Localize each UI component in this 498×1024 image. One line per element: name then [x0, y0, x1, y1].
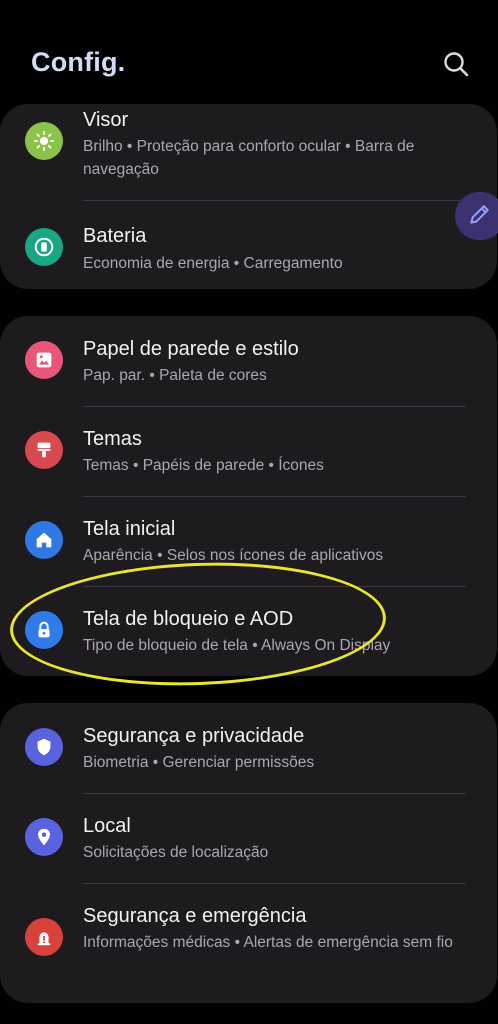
item-subtitle: Temas • Papéis de parede • Ícones	[83, 457, 324, 474]
item-subtitle: Informações médicas • Alertas de emergên…	[83, 934, 453, 951]
item-title: Tela inicial	[83, 518, 176, 540]
settings-item-temas[interactable]: Temas Temas • Papéis de parede • Ícones	[0, 406, 497, 496]
app-header: Config.	[0, 0, 498, 100]
item-title: Visor	[83, 109, 129, 131]
home-icon	[25, 521, 63, 559]
settings-item-seguranca-privacidade[interactable]: Segurança e privacidade Biometria • Gere…	[0, 703, 497, 793]
image-icon	[25, 341, 63, 379]
item-subtitle: Solicitações de localização	[83, 844, 269, 861]
page-title: Config.	[31, 47, 126, 77]
search-icon[interactable]	[441, 49, 471, 79]
item-title: Local	[83, 815, 131, 837]
item-title: Papel de parede e estilo	[83, 338, 299, 360]
battery-icon	[25, 228, 63, 266]
item-subtitle: Pap. par. • Paleta de cores	[83, 367, 267, 384]
item-title: Bateria	[83, 225, 147, 247]
item-title: Segurança e privacidade	[83, 725, 305, 747]
shield-icon	[25, 728, 63, 766]
item-title: Temas	[83, 428, 142, 450]
settings-group-display: Visor Brilho • Proteção para conforto oc…	[0, 104, 497, 289]
settings-item-visor[interactable]: Visor Brilho • Proteção para conforto oc…	[0, 104, 497, 200]
edit-fab[interactable]	[455, 192, 498, 240]
sun-icon	[25, 122, 63, 160]
item-subtitle: Biometria • Gerenciar permissões	[83, 754, 315, 771]
item-subtitle: Aparência • Selos nos ícones de aplicati…	[83, 547, 384, 564]
brush-icon	[25, 431, 63, 469]
settings-group-security: Segurança e privacidade Biometria • Gere…	[0, 703, 497, 1003]
item-title: Segurança e emergência	[83, 905, 307, 927]
item-subtitle: Economia de energia • Carregamento	[83, 255, 343, 272]
settings-item-local[interactable]: Local Solicitações de localização	[0, 793, 497, 883]
item-subtitle: Brilho • Proteção para conforto ocular •…	[83, 138, 415, 178]
settings-item-papel-de-parede[interactable]: Papel de parede e estilo Pap. par. • Pal…	[0, 316, 497, 406]
settings-item-bateria[interactable]: Bateria Economia de energia • Carregamen…	[0, 200, 497, 289]
pencil-icon	[467, 201, 493, 232]
location-pin-icon	[25, 818, 63, 856]
settings-item-seguranca-emergencia[interactable]: Segurança e emergência Informações médic…	[0, 883, 497, 998]
emergency-icon	[25, 918, 63, 956]
